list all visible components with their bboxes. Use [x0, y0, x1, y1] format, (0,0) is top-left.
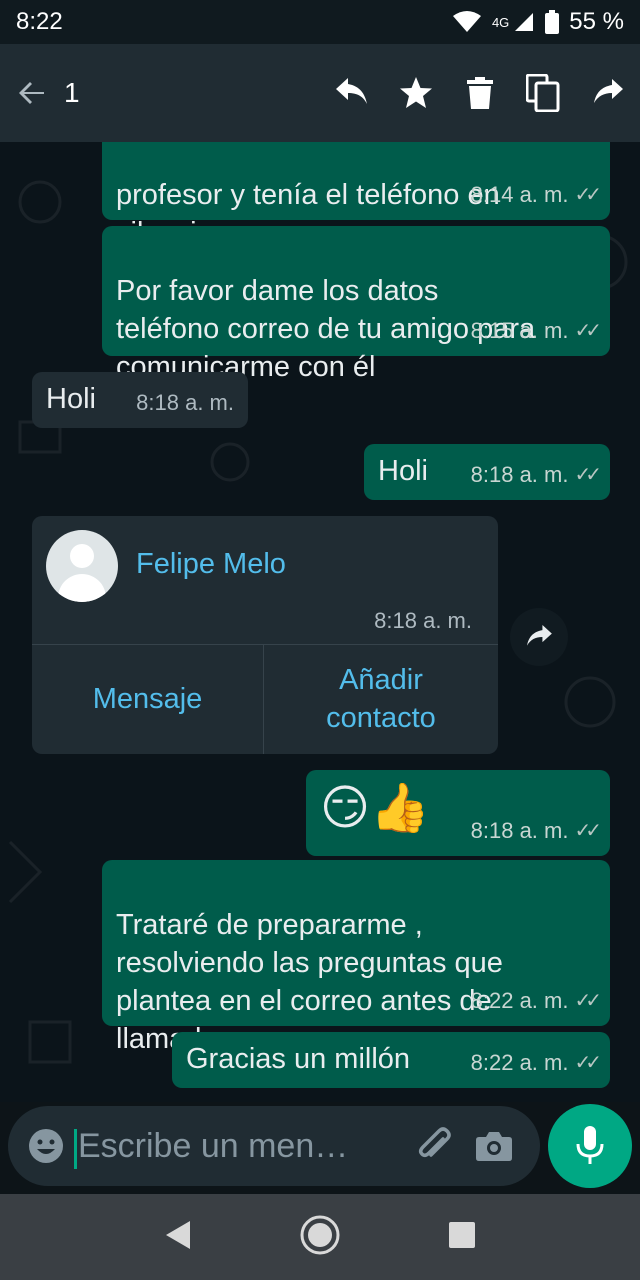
- message-outgoing[interactable]: 😏👍 8:18 a. m. ✓✓: [306, 770, 610, 856]
- read-ticks-icon: ✓✓: [574, 820, 601, 842]
- message-text: Holi: [378, 455, 428, 487]
- status-time: 8:22: [16, 8, 63, 35]
- nav-back-button[interactable]: [164, 1220, 192, 1255]
- message-outgoing[interactable]: Por favor dame los datos teléfono correo…: [102, 226, 610, 383]
- contact-message-button[interactable]: Mensaje: [32, 644, 263, 754]
- battery-level: 55 %: [569, 8, 624, 35]
- contact-avatar: [46, 530, 118, 602]
- message-meta: 8:15 a. m. ✓✓: [470, 312, 602, 350]
- contact-name[interactable]: Felipe Melo: [136, 548, 286, 581]
- signal-icon: [515, 13, 534, 31]
- message-time: 8:18 a. m.: [470, 818, 569, 843]
- square-recents-icon: [449, 1221, 476, 1248]
- message-input[interactable]: [78, 1126, 404, 1166]
- reply-icon: [336, 78, 367, 104]
- message-text: Gracias un millón: [186, 1043, 411, 1075]
- message-meta: 8:14 a. m. ✓✓: [470, 176, 602, 214]
- triangle-back-icon: [165, 1220, 190, 1249]
- read-ticks-icon: ✓✓: [574, 184, 601, 206]
- composer: [8, 1106, 540, 1186]
- attach-button[interactable]: [404, 1116, 464, 1176]
- circle-home-icon: [300, 1215, 340, 1254]
- message-time: 8:15 a. m.: [470, 318, 569, 343]
- message-meta: 8:22 a. m. ✓✓: [470, 1044, 602, 1082]
- system-nav-bar: [0, 1194, 640, 1280]
- status-icons: 4G 55 %: [452, 8, 624, 36]
- copy-icon: [526, 74, 560, 112]
- message-time: 8:22 a. m.: [470, 988, 569, 1013]
- back-arrow-icon: [19, 82, 44, 104]
- message-meta: 8:18 a. m. ✓✓: [470, 812, 602, 850]
- camera-icon: [476, 1132, 512, 1161]
- camera-button[interactable]: [464, 1116, 524, 1176]
- read-ticks-icon: ✓✓: [574, 320, 601, 342]
- network-type: 4G: [491, 14, 510, 30]
- message-outgoing[interactable]: Trataré de prepararme , resolviendo las …: [102, 860, 610, 1055]
- message-text: Holi: [46, 383, 96, 415]
- message-time: 8:18 a. m.: [374, 608, 472, 633]
- read-ticks-icon: ✓✓: [574, 1052, 601, 1074]
- microphone-icon: [576, 1126, 604, 1164]
- message-meta: 8:18 a. m.: [136, 384, 234, 422]
- delete-icon: [467, 77, 493, 109]
- text-caret: [74, 1128, 77, 1169]
- read-ticks-icon: ✓✓: [574, 990, 601, 1012]
- chat-area[interactable]: profesor y tenía el teléfono en silencio…: [0, 142, 640, 1102]
- message-outgoing[interactable]: profesor y tenía el teléfono en silencio…: [102, 142, 610, 249]
- message-time: 8:18 a. m.: [136, 390, 234, 415]
- star-button[interactable]: [384, 44, 448, 142]
- selected-count: 1: [64, 77, 80, 108]
- voice-record-button[interactable]: [548, 1104, 632, 1188]
- paperclip-icon: [418, 1127, 451, 1158]
- nav-home-button[interactable]: [299, 1214, 341, 1261]
- read-ticks-icon: ✓✓: [574, 464, 601, 486]
- status-bar: 8:22 4G 55 %: [0, 0, 640, 44]
- star-icon: [400, 77, 432, 108]
- message-outgoing[interactable]: Holi 8:18 a. m. ✓✓: [364, 444, 610, 500]
- reply-button[interactable]: [320, 44, 384, 142]
- message-input-wrap: [68, 1126, 404, 1169]
- add-contact-button[interactable]: Añadir contacto: [264, 644, 498, 754]
- emoji-button[interactable]: [24, 1124, 68, 1168]
- contact-card[interactable]: Felipe Melo 8:18 a. m. Mensaje Añadir co…: [32, 516, 498, 754]
- message-time: 8:22 a. m.: [470, 1050, 569, 1075]
- selection-toolbar: 1: [0, 44, 640, 142]
- forward-icon: [594, 79, 623, 103]
- forward-message-button[interactable]: [510, 608, 568, 666]
- message-meta: 8:22 a. m. ✓✓: [470, 982, 602, 1020]
- wifi-icon: [452, 11, 481, 32]
- forward-button[interactable]: [576, 44, 640, 142]
- nav-recents-button[interactable]: [448, 1221, 476, 1254]
- delete-button[interactable]: [448, 44, 512, 142]
- message-text: 😏👍: [320, 780, 430, 836]
- forward-icon: [527, 625, 552, 646]
- battery-icon: [545, 10, 560, 34]
- message-meta: 8:18 a. m. ✓✓: [470, 456, 602, 494]
- message-time: 8:14 a. m.: [470, 182, 569, 207]
- message-time: 8:18 a. m.: [470, 462, 569, 487]
- copy-button[interactable]: [512, 44, 576, 142]
- message-incoming[interactable]: Holi 8:18 a. m.: [32, 372, 248, 428]
- emoji-icon: [29, 1129, 63, 1163]
- message-outgoing[interactable]: Gracias un millón 8:22 a. m. ✓✓: [172, 1032, 610, 1088]
- back-button[interactable]: [0, 44, 64, 142]
